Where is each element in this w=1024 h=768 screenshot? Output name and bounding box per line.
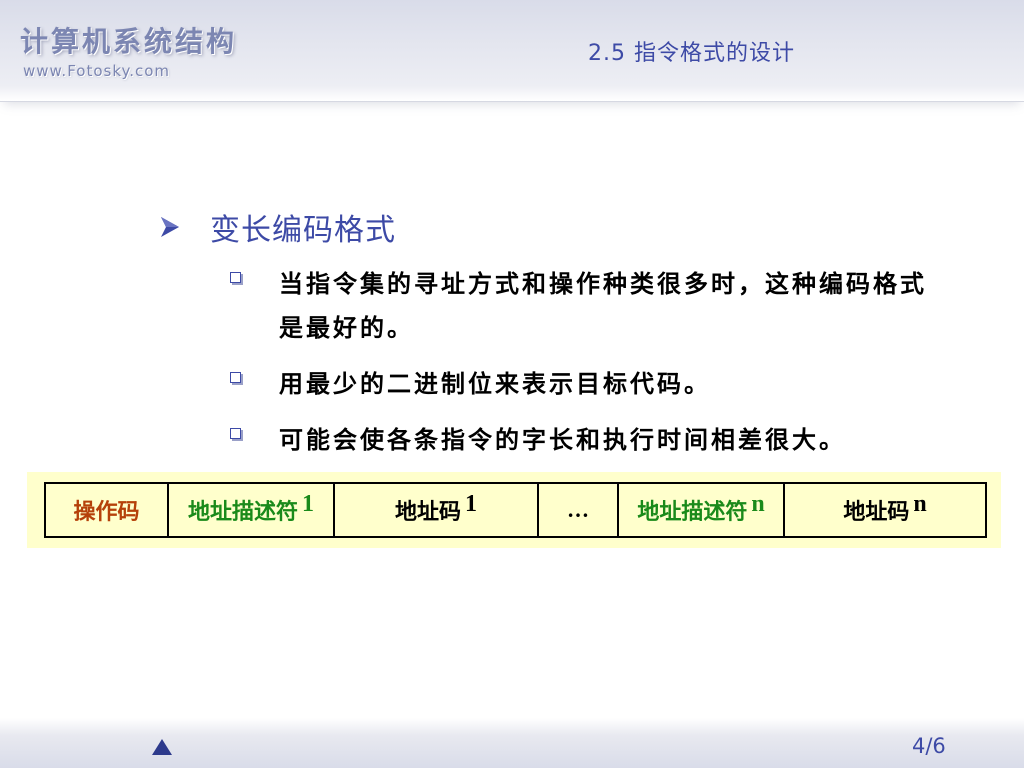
- field-index: 1: [465, 490, 477, 517]
- heading-text: 变长编码格式: [210, 213, 396, 248]
- list-item: 用最少的二进制位来表示目标代码。: [230, 362, 950, 406]
- field-label: 操作码: [73, 500, 140, 525]
- bullet-text: 当指令集的寻址方式和操作种类很多时，这种编码格式是最好的。: [279, 270, 927, 342]
- section-title: 2.5 指令格式的设计: [588, 41, 795, 66]
- page-number: 4/6: [912, 734, 946, 758]
- bullet-list: 当指令集的寻址方式和操作种类很多时，这种编码格式是最好的。 用最少的二进制位来表…: [230, 262, 950, 474]
- triangle-up-icon[interactable]: [152, 739, 172, 755]
- course-title: 计算机系统结构: [20, 25, 238, 58]
- square-bullet-icon: [230, 372, 241, 383]
- bullet-text: 用最少的二进制位来表示目标代码。: [279, 370, 711, 398]
- field-index: 1: [302, 490, 314, 517]
- arrowhead-icon: [160, 216, 180, 238]
- ellipsis-field: …: [539, 484, 619, 536]
- field-label: 地址码: [394, 500, 461, 525]
- list-item: 可能会使各条指令的字长和执行时间相差很大。: [230, 418, 950, 462]
- field-index: n: [751, 490, 765, 517]
- field-label: 地址描述符: [637, 500, 748, 525]
- main-heading: 变长编码格式: [160, 205, 396, 249]
- address-code-n-field: 地址码 n: [785, 484, 985, 536]
- field-label: …: [567, 497, 589, 522]
- address-descriptor-n-field: 地址描述符 n: [619, 484, 785, 536]
- square-bullet-icon: [230, 272, 241, 283]
- field-index: n: [913, 490, 927, 517]
- field-label: 地址描述符: [187, 500, 298, 525]
- opcode-field: 操作码: [46, 484, 169, 536]
- slide-header: 计算机系统结构 www.Fotosky.com 2.5 指令格式的设计: [0, 0, 1024, 102]
- address-descriptor-1-field: 地址描述符 1: [169, 484, 335, 536]
- course-url: www.Fotosky.com: [23, 62, 171, 80]
- instruction-format-diagram: 操作码 地址描述符 1 地址码 1 … 地址描述符 n 地址码 n: [44, 482, 987, 538]
- field-label: 地址码: [843, 500, 910, 525]
- list-item: 当指令集的寻址方式和操作种类很多时，这种编码格式是最好的。: [230, 262, 950, 350]
- square-bullet-icon: [230, 428, 241, 439]
- address-code-1-field: 地址码 1: [335, 484, 539, 536]
- bullet-text: 可能会使各条指令的字长和执行时间相差很大。: [279, 426, 846, 454]
